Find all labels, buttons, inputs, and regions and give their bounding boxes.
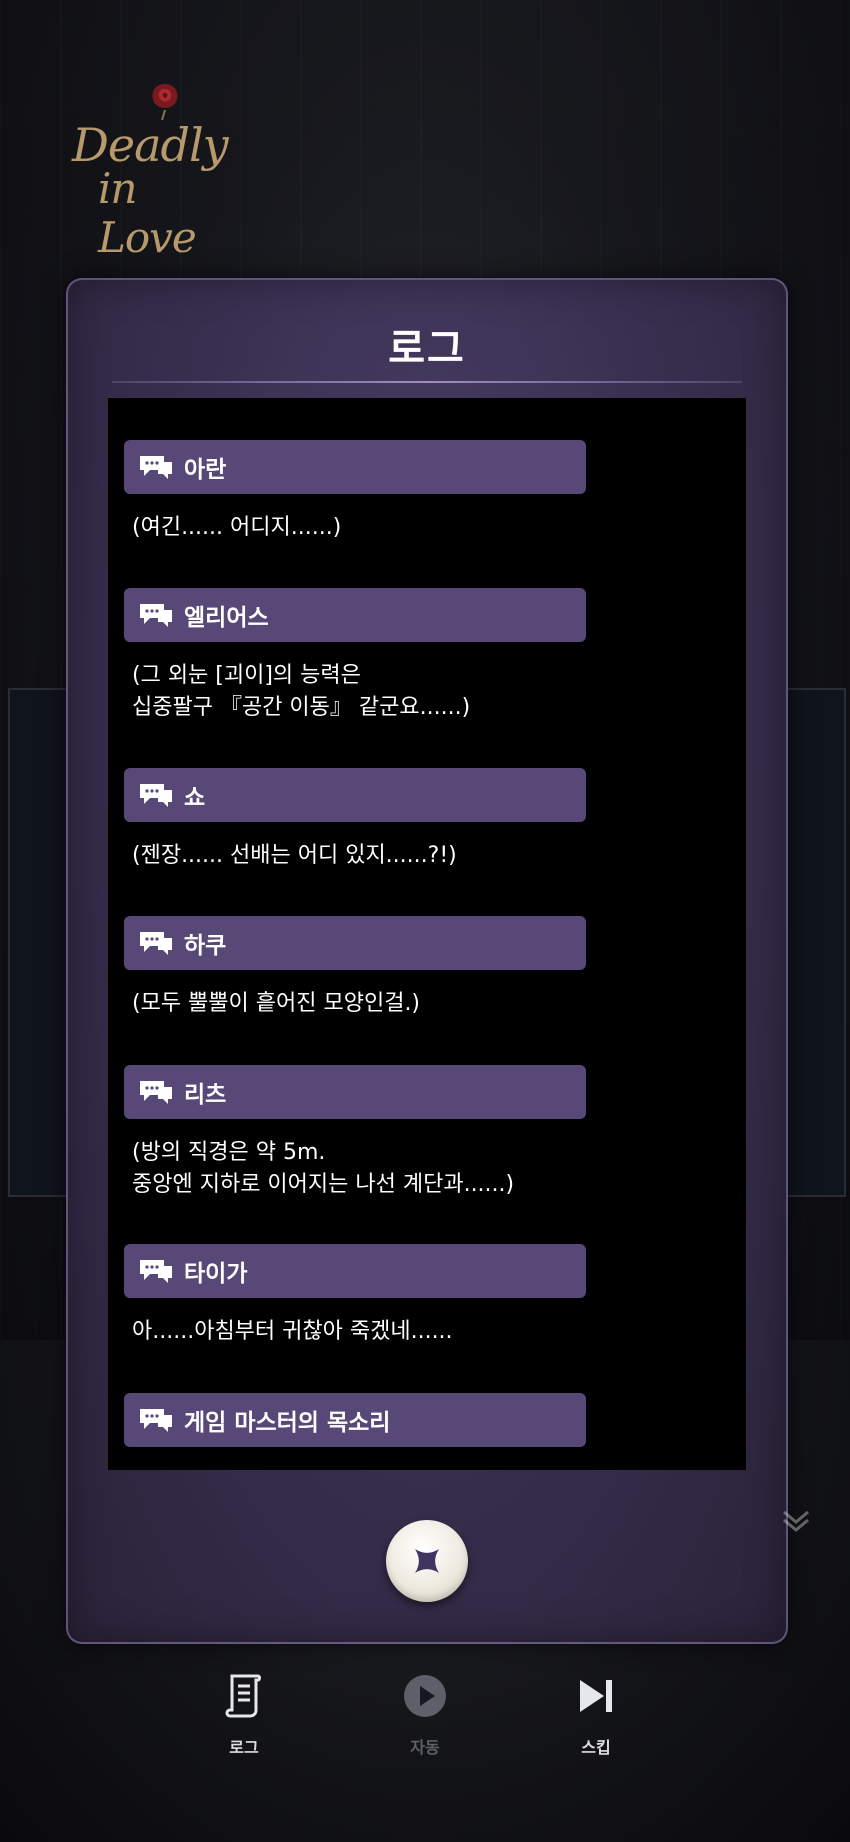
dialogue-text: (모두 뿔뿔이 흩어진 모양인걸.) (132, 991, 421, 1016)
play-circle-icon (404, 1675, 446, 1717)
speaker-name: 쇼 (184, 785, 206, 811)
speaker-name: 엘리어스 (184, 605, 269, 631)
log-tab-label: 로그 (229, 1738, 259, 1757)
speaker-bar: 아란 (124, 440, 586, 494)
chat-bubble-icon (140, 784, 172, 807)
log-entry: 아란 (여긴...... 어디지......) (124, 440, 746, 544)
chat-bubble-icon (140, 1409, 172, 1432)
speaker-name: 게임 마스터의 목소리 (184, 1410, 391, 1436)
speaker-name: 타이가 (184, 1261, 248, 1287)
chat-bubble-icon (140, 604, 172, 627)
speaker-name: 리츠 (184, 1082, 227, 1108)
background-frame-right (782, 688, 846, 1197)
auto-play-label: 자동 (410, 1738, 440, 1757)
log-tab-button[interactable]: 로그 (194, 1672, 294, 1758)
scroll-log-icon (225, 1674, 261, 1718)
speaker-bar: 타이가 (124, 1244, 586, 1298)
speaker-bar: 엘리어스 (124, 588, 586, 642)
chat-bubble-icon (140, 456, 172, 479)
scroll-down-icon[interactable] (778, 1500, 814, 1536)
dialogue-text: (그 외눈 [괴이]의 능력은 십중팔구 『공간 이동』 같군요......) (132, 663, 471, 720)
log-entry: 타이가 아......아침부터 귀찮아 죽겠네...... (124, 1244, 746, 1348)
game-logo: Deadly in Love (70, 80, 245, 262)
chat-bubble-icon (140, 1260, 172, 1283)
close-button[interactable] (386, 1520, 468, 1602)
skip-label: 스킵 (581, 1738, 611, 1757)
log-entry: 엘리어스 (그 외눈 [괴이]의 능력은 십중팔구 『공간 이동』 같군요...… (124, 588, 746, 724)
log-entry: 하쿠 (모두 뿔뿔이 흩어진 모양인걸.) (124, 916, 746, 1020)
log-panel: 로그 아란 (여긴...... 어디지......) 엘리어스 (그 외눈 [괴… (66, 278, 788, 1644)
title-divider (112, 381, 742, 383)
speaker-bar: 쇼 (124, 768, 586, 822)
panel-title: 로그 (388, 326, 466, 372)
speaker-bar: 게임 마스터의 목소리 (124, 1393, 586, 1447)
speaker-name: 아란 (184, 457, 227, 483)
rose-icon (152, 84, 178, 120)
background-frame-left (8, 688, 72, 1197)
auto-play-button[interactable]: 자동 (375, 1672, 475, 1758)
dialogue-text: (방의 직경은 약 5m. 중앙엔 지하로 이어지는 나선 계단과......) (132, 1140, 515, 1197)
log-entry: 리츠 (방의 직경은 약 5m. 중앙엔 지하로 이어지는 나선 계단과....… (124, 1065, 746, 1201)
log-entry: 게임 마스터의 목소리 (124, 1393, 746, 1465)
close-x-icon (414, 1548, 440, 1574)
chat-bubble-icon (140, 1081, 172, 1104)
log-list[interactable]: 아란 (여긴...... 어디지......) 엘리어스 (그 외눈 [괴이]의… (108, 398, 746, 1470)
skip-button[interactable]: 스킵 (546, 1672, 646, 1758)
logo-text-in-love: in Love (98, 164, 197, 262)
speaker-bar: 하쿠 (124, 916, 586, 970)
skip-forward-icon (580, 1680, 612, 1712)
dialogue-text: 아......아침부터 귀찮아 죽겠네...... (132, 1319, 453, 1344)
speaker-name: 하쿠 (184, 933, 227, 959)
chat-bubble-icon (140, 932, 172, 955)
dialogue-text: (젠장...... 선배는 어디 있지......?!) (132, 843, 457, 868)
dialogue-text: (여긴...... 어디지......) (132, 515, 342, 540)
speaker-bar: 리츠 (124, 1065, 586, 1119)
log-entry: 쇼 (젠장...... 선배는 어디 있지......?!) (124, 768, 746, 872)
